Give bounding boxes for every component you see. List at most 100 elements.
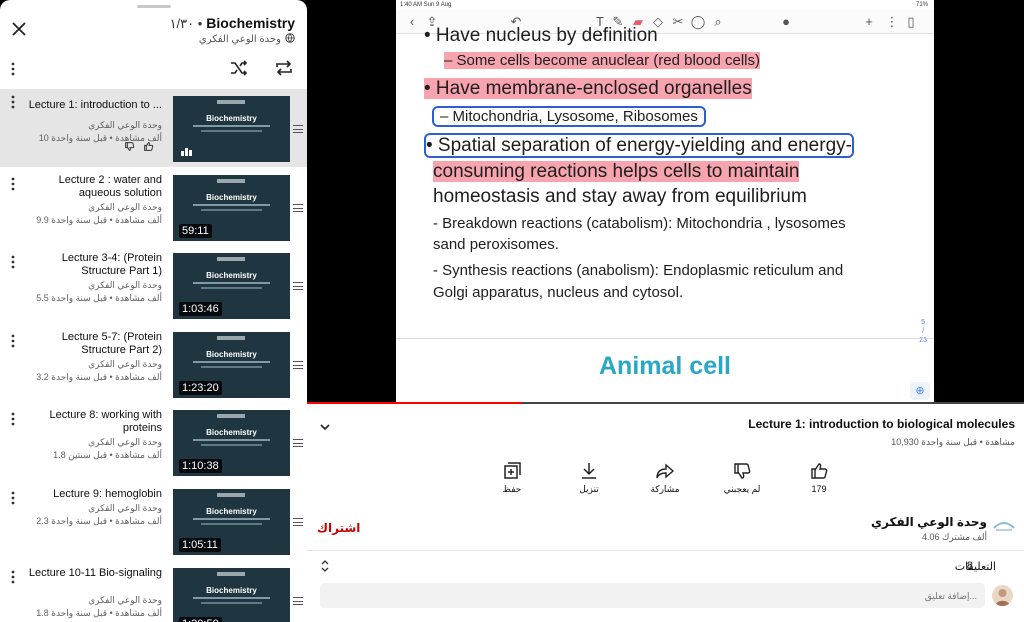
thumbnail-subtitle [201,523,262,525]
item-more-icon[interactable] [7,175,19,193]
thumbnail-subtitle [193,282,270,284]
item-duration: 1:20:50 [179,617,222,622]
item-duration: 59:11 [179,224,212,238]
loop-icon[interactable] [274,59,296,79]
item-more-icon[interactable] [7,410,19,428]
item-more-icon[interactable] [7,253,19,271]
save-icon [504,462,521,479]
share-button[interactable]: مشاركة [630,461,700,495]
status-battery: 71% [915,2,928,8]
reorder-handle-icon[interactable] [293,518,303,526]
thumbnail-logo [217,179,245,183]
reorder-handle-icon[interactable] [293,439,303,447]
thumbnail-subtitle [201,602,262,604]
item-meta: 3.2 ألف مشاهدة • قبل سنة واحدة [36,372,162,382]
playlist-item[interactable]: Lecture 2 : water and aqueous solution وح… [0,171,307,249]
reorder-handle-icon[interactable] [293,282,303,290]
video-title: Lecture 1: introduction to biological mo… [748,417,1015,431]
thumbs-down-icon[interactable] [124,139,135,157]
item-title: Lecture 2 : water and aqueous solution [58,174,162,199]
comments-label: التعليقات [954,561,996,573]
item-channel: وحدة الوعي الفكري [88,280,162,290]
playlist-item[interactable]: Lecture 5-7: (Protein Structure Part 2) و… [0,328,307,406]
thumbnail-logo [217,414,245,418]
slide-line: • Have nucleus by definition [424,25,658,46]
reorder-handle-icon[interactable] [293,361,303,369]
like-button[interactable]: 179 [784,461,854,494]
item-more-icon[interactable] [7,332,19,350]
reorder-handle-icon[interactable] [293,125,303,133]
slide-content: • Have nucleus by definition – Some cell… [396,20,934,320]
slide-line: consuming reactions helps cells to maint… [433,161,800,183]
item-meta: 2.3 ألف مشاهدة • قبل سنة واحدة [36,516,162,526]
channel-name[interactable]: وحدة الوعي الفكري [871,515,987,529]
ipad-screen: 1:40 AM Sun 9 Aug 71% ‹ ⇪ ↶ T ✎ ▰ ◇ ✂ ◯ … [396,0,934,403]
dislike-button[interactable]: لم يعجبني [707,461,777,495]
thumbnail-title: Biochemistry [206,114,257,123]
reorder-handle-icon[interactable] [293,597,303,605]
chevron-down-icon[interactable] [319,419,333,433]
video-details: Lecture 1: introduction to biological mo… [307,404,1024,622]
playlist-item[interactable]: Lecture 8: working with proteins وحدة الو… [0,406,307,484]
next-slide-title: Animal cell [599,352,731,380]
expand-comments-icon[interactable] [320,559,332,575]
thumbnail-subtitle [193,518,270,520]
thumbnail-subtitle [193,439,270,441]
subscribe-button[interactable]: اشتراك [317,521,360,535]
channel-avatar[interactable] [992,518,1016,534]
item-thumbnail: Biochemistry 1:03:46 [173,253,290,319]
playlist-item[interactable]: Lecture 1: introduction to ... وحدة الوعي… [0,89,307,167]
item-channel: وحدة الوعي الفكري [88,437,162,447]
app-root: ١/٣٠ • Biochemistry وحدة الوعي الفكري Lec… [0,0,1024,622]
thumbnail-logo [217,100,245,104]
playlist-item[interactable]: Lecture 3-4: (Protein Structure Part 1) و… [0,249,307,327]
page-current: 5 [921,319,926,326]
item-more-icon[interactable] [7,568,19,586]
playlist-channel-name: وحدة الوعي الفكري [198,34,281,45]
item-title: Lecture 9: hemoglobin [53,488,162,500]
thumbnail-subtitle [201,444,262,446]
item-title: Lecture 3-4: (Protein Structure Part 1) [61,252,162,277]
item-meta: 1.8 ألف مشاهدة • قبل سنتين [53,450,162,460]
status-time: 1:40 AM Sun 9 Aug [400,2,452,8]
item-more-icon[interactable] [7,93,19,111]
reorder-handle-icon[interactable] [293,204,303,212]
video-player[interactable]: 1:40 AM Sun 9 Aug 71% ‹ ⇪ ↶ T ✎ ▰ ◇ ✂ ◯ … [307,0,1024,404]
playlist-item[interactable]: Lecture 10-11 Bio-signaling وحدة الوعي ال… [0,564,307,622]
thumbnail-title: Biochemistry [206,428,257,437]
comment-input[interactable] [320,583,985,608]
item-thumbnail: Biochemistry 1:20:50 [173,568,290,622]
drag-handle[interactable] [137,5,171,8]
thumbs-up-icon [811,463,828,479]
item-title: Lecture 5-7: (Protein Structure Part 2) [61,331,162,356]
thumbnail-subtitle [193,204,270,206]
item-meta: 9.9 ألف مشاهدة • قبل سنة واحدة [36,215,162,225]
thumbs-up-icon[interactable] [143,139,154,157]
globe-icon [285,33,295,46]
item-channel: وحدة الوعي الفكري [88,503,162,513]
slide-divider [396,338,934,339]
thumbnail-logo [217,336,245,340]
playlist-more-icon[interactable] [6,60,20,78]
item-thumbnail: Biochemistry 1:23:20 [173,332,290,398]
annotated-text: • Spatial separation of energy-yielding … [424,133,854,158]
slide-line: – Mitochondria, Lysosome, Ribosomes [432,106,706,127]
item-channel: وحدة الوعي الفكري [88,120,162,130]
close-icon[interactable] [8,18,30,40]
save-button[interactable]: حفظ [477,461,547,495]
thumbnail-subtitle [201,209,262,211]
shuffle-icon[interactable] [229,59,251,79]
playlist-item[interactable]: Lecture 9: hemoglobin وحدة الوعي الفكري 2.… [0,485,307,563]
download-button[interactable]: تنزيل [554,461,624,495]
item-more-icon[interactable] [7,489,19,507]
item-duration: 1:23:20 [179,381,222,395]
comments-count: 8 [966,560,973,572]
slide-line: – Some cells become anuclear (red blood … [440,52,764,69]
slide-line: - Synthesis reactions (anabolism): Endop… [433,262,844,279]
item-meta: 1.8 ألف مشاهدة • قبل سنة واحدة [36,608,162,618]
zoom-icon: ⊕ [910,382,930,400]
thumbnail-subtitle [193,361,270,363]
item-title: Lecture 8: working with proteins [49,409,163,434]
highlighted-text: – Some cells become anuclear (red blood … [444,52,760,69]
thumbnail-subtitle [201,287,262,289]
